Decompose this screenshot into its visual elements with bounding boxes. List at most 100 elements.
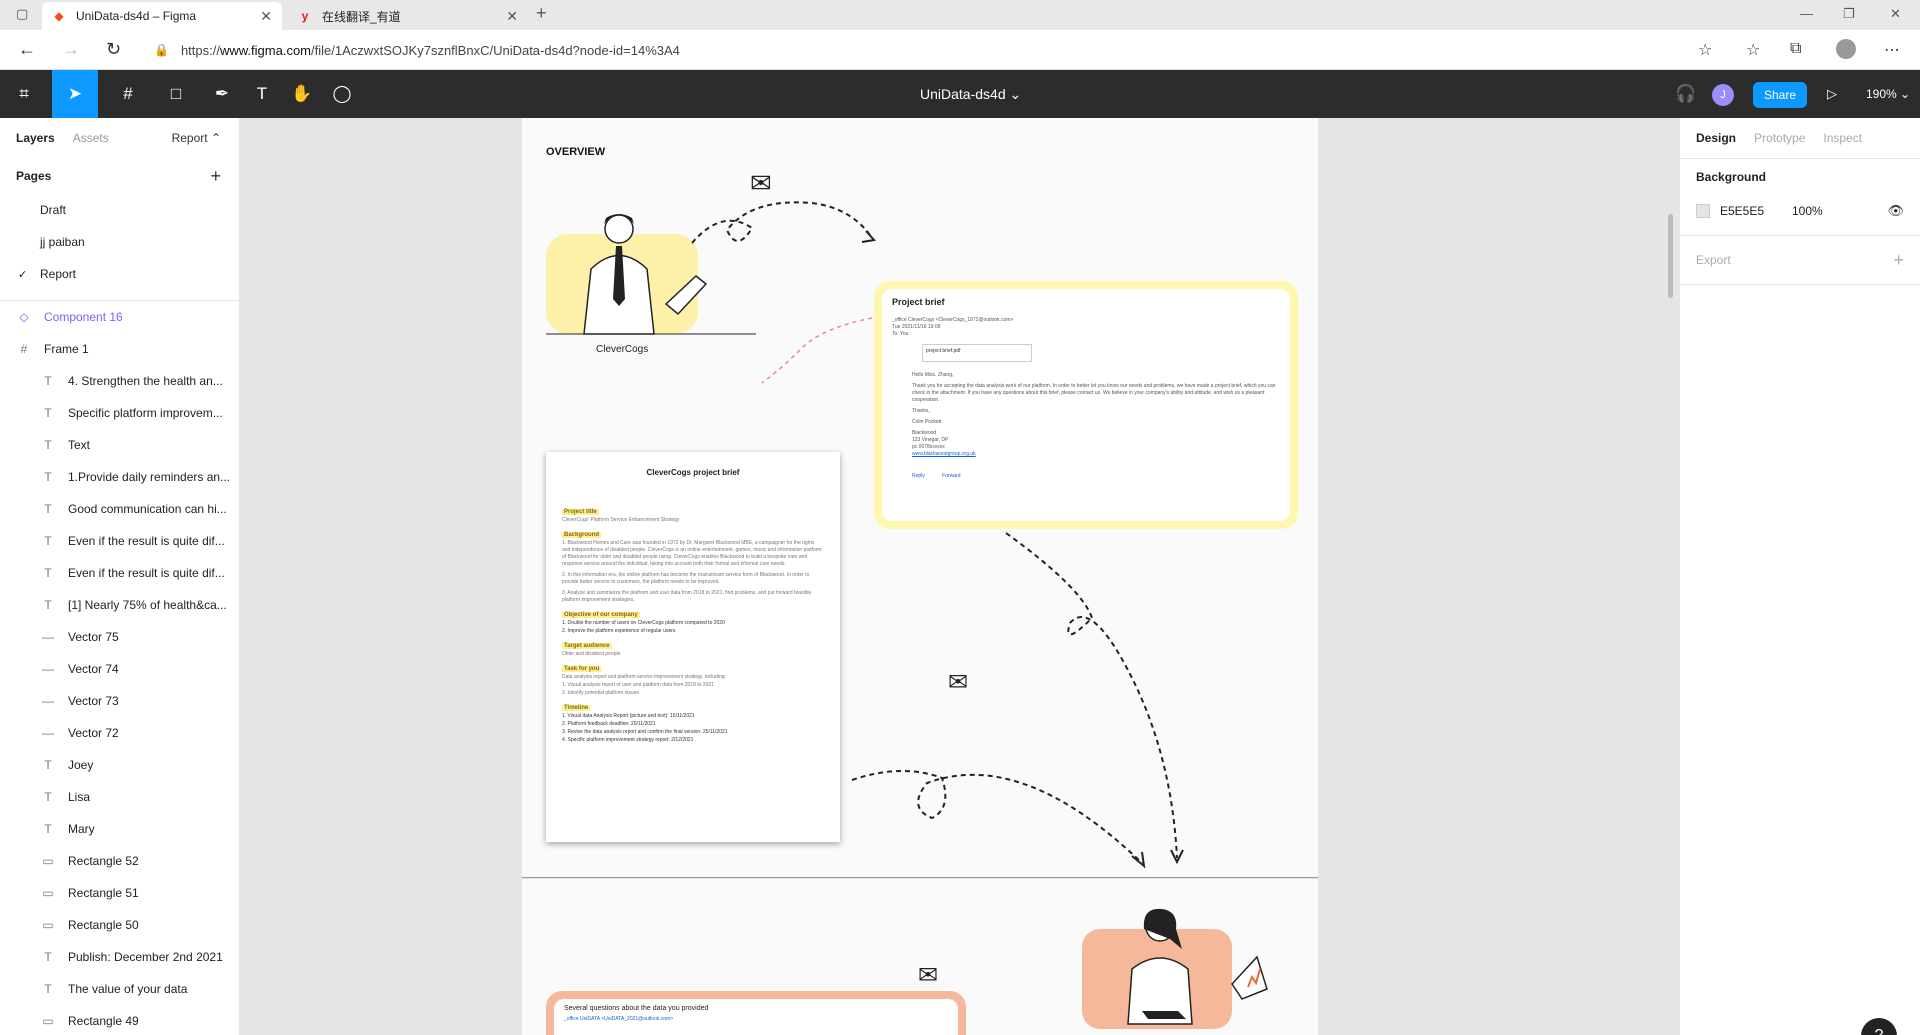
favorite-add-icon[interactable]: ☆: [1698, 40, 1712, 60]
favorites-icon[interactable]: ☆: [1746, 40, 1760, 60]
frame-2[interactable]: ✉ Several questions about the data you p…: [522, 879, 1318, 1035]
audio-icon[interactable]: 🎧: [1666, 70, 1706, 118]
page-selector[interactable]: Report ⌃: [172, 131, 221, 145]
comment-tool-icon[interactable]: ◯: [322, 70, 362, 118]
tab-assets[interactable]: Assets: [73, 131, 109, 145]
layer-item[interactable]: — Vector 74: [0, 653, 239, 685]
layer-item[interactable]: T Lisa: [0, 781, 239, 813]
tab-youdao[interactable]: y 在线翻译_有道 ✕: [288, 2, 528, 30]
check-icon: ✓: [18, 268, 28, 281]
tab-figma[interactable]: ◆ UniData-ds4d – Figma ✕: [42, 2, 282, 30]
section-line: 1. Double the number of users on CleverC…: [562, 620, 725, 626]
share-button[interactable]: Share: [1753, 82, 1807, 108]
layer-item[interactable]: T Joey: [0, 749, 239, 781]
layer-label: Frame 1: [44, 342, 89, 356]
layer-item[interactable]: T [1] Nearly 75% of health&ca...: [0, 589, 239, 621]
present-icon[interactable]: ▷: [1812, 70, 1852, 118]
layer-item[interactable]: T Even if the result is quite dif...: [0, 525, 239, 557]
layer-item[interactable]: — Vector 72: [0, 717, 239, 749]
page-item-draft[interactable]: Draft: [0, 194, 239, 226]
reload-icon[interactable]: ↻: [106, 39, 121, 60]
layer-item[interactable]: T The value of your data: [0, 973, 239, 1005]
close-icon[interactable]: ✕: [260, 8, 272, 25]
document-sections: Project title CleverCogs' Platform Servic…: [562, 501, 824, 744]
layer-item[interactable]: T 1.Provide daily reminders an...: [0, 461, 239, 493]
layer-label: Text: [68, 438, 91, 452]
text-layer-icon: T: [44, 534, 52, 548]
layer-item[interactable]: ▭ Rectangle 51: [0, 877, 239, 909]
main-menu-icon[interactable]: ⌗: [6, 70, 42, 118]
tab-prototype[interactable]: Prototype: [1754, 131, 1805, 145]
avatar[interactable]: J: [1712, 84, 1734, 106]
layer-item[interactable]: T Good communication can hi...: [0, 493, 239, 525]
email-link: www.blackwoodgroup.org.uk: [912, 451, 976, 457]
layer-item[interactable]: T Mary: [0, 813, 239, 845]
layer-item[interactable]: T Text: [0, 429, 239, 461]
page-item-report[interactable]: ✓ Report: [0, 258, 239, 290]
tab-layers[interactable]: Layers: [16, 131, 55, 145]
background-hex-input[interactable]: E5E5E5: [1720, 204, 1792, 218]
visibility-eye-icon[interactable]: 👁: [1887, 203, 1904, 219]
layer-item[interactable]: — Vector 75: [0, 621, 239, 653]
reply-link: Reply: [912, 473, 925, 479]
project-brief-title: Project brief: [892, 297, 945, 307]
url-field[interactable]: 🔒 https:// www.figma.com /file/1AczwxtSO…: [142, 36, 1702, 64]
data-questions-card[interactable]: Several questions about the data you pro…: [546, 991, 966, 1035]
collections-icon[interactable]: ⧉: [1790, 40, 1801, 58]
zoom-level[interactable]: 190% ⌄: [1866, 87, 1910, 101]
section-line: 2. Improve the platform experience of re…: [562, 628, 676, 634]
canvas-scrollbar[interactable]: [1668, 214, 1673, 298]
add-page-icon[interactable]: +: [210, 166, 221, 187]
page-item-jj-paiban[interactable]: jj paiban: [0, 226, 239, 258]
background-swatch[interactable]: [1696, 204, 1710, 218]
profile-avatar[interactable]: [1836, 39, 1856, 59]
document-title[interactable]: UniData-ds4d ⌄: [920, 86, 1021, 103]
text-layer-icon: T: [44, 438, 52, 452]
shape-tool-icon[interactable]: □: [156, 70, 196, 118]
attachment-name: project brief.pdf: [926, 348, 961, 354]
frame-1[interactable]: OVERVIEW CleverCogs ✉ ✉ ✉ Project b: [522, 118, 1318, 878]
layer-item[interactable]: ▭ Rectangle 49: [0, 1005, 239, 1035]
text-layer-icon: T: [44, 790, 52, 804]
restore-icon[interactable]: ❐: [1843, 6, 1855, 22]
layer-item[interactable]: ◇ Component 16: [0, 301, 239, 333]
section-heading: Timeline: [562, 705, 591, 711]
background-opacity-input[interactable]: 100%: [1792, 204, 1823, 218]
layer-item[interactable]: T Specific platform improvem...: [0, 397, 239, 429]
minimize-icon[interactable]: —: [1800, 6, 1813, 21]
tab-actions-icon[interactable]: ▢: [16, 6, 28, 22]
window-close-icon[interactable]: ✕: [1890, 6, 1901, 22]
url-prefix: https://: [180, 42, 220, 58]
canvas[interactable]: OVERVIEW CleverCogs ✉ ✉ ✉ Project b: [240, 118, 1679, 1035]
export-label: Export: [1696, 253, 1731, 267]
tab-inspect[interactable]: Inspect: [1823, 131, 1862, 145]
new-tab-icon[interactable]: +: [536, 3, 547, 24]
tab-design[interactable]: Design: [1696, 131, 1736, 145]
url-host: www.figma.com: [219, 42, 312, 58]
layer-label: Vector 74: [68, 662, 119, 676]
text-tool-icon[interactable]: T: [242, 70, 282, 118]
project-brief-document[interactable]: CleverCogs project brief Project title Cl…: [546, 452, 840, 842]
section-heading: Project title: [562, 509, 599, 515]
layer-item[interactable]: ▭ Rectangle 52: [0, 845, 239, 877]
layer-item[interactable]: T 4. Strengthen the health an...: [0, 365, 239, 397]
add-export-icon[interactable]: +: [1893, 250, 1904, 271]
woman-illustration: [1127, 908, 1268, 1025]
layer-item[interactable]: — Vector 73: [0, 685, 239, 717]
layer-item[interactable]: # Frame 1: [0, 333, 239, 365]
forward-icon[interactable]: →: [62, 39, 80, 60]
rectangle-layer-icon: ▭: [42, 886, 54, 900]
frame-tool-icon[interactable]: #: [108, 70, 148, 118]
close-icon[interactable]: ✕: [506, 8, 518, 25]
pen-tool-icon[interactable]: ✒: [202, 70, 242, 118]
back-icon[interactable]: ←: [18, 39, 36, 60]
section-heading: Task for you: [562, 666, 602, 672]
layer-item[interactable]: T Even if the result is quite dif...: [0, 557, 239, 589]
layer-label: The value of your data: [68, 982, 188, 996]
hand-tool-icon[interactable]: ✋: [282, 70, 322, 118]
more-icon[interactable]: ⋯: [1884, 40, 1900, 60]
layer-item[interactable]: T Publish: December 2nd 2021: [0, 941, 239, 973]
project-brief-card[interactable]: Project brief _office CleverCogs <Clever…: [874, 281, 1298, 529]
layer-item[interactable]: ▭ Rectangle 50: [0, 909, 239, 941]
move-tool-icon[interactable]: ➤: [52, 70, 98, 118]
